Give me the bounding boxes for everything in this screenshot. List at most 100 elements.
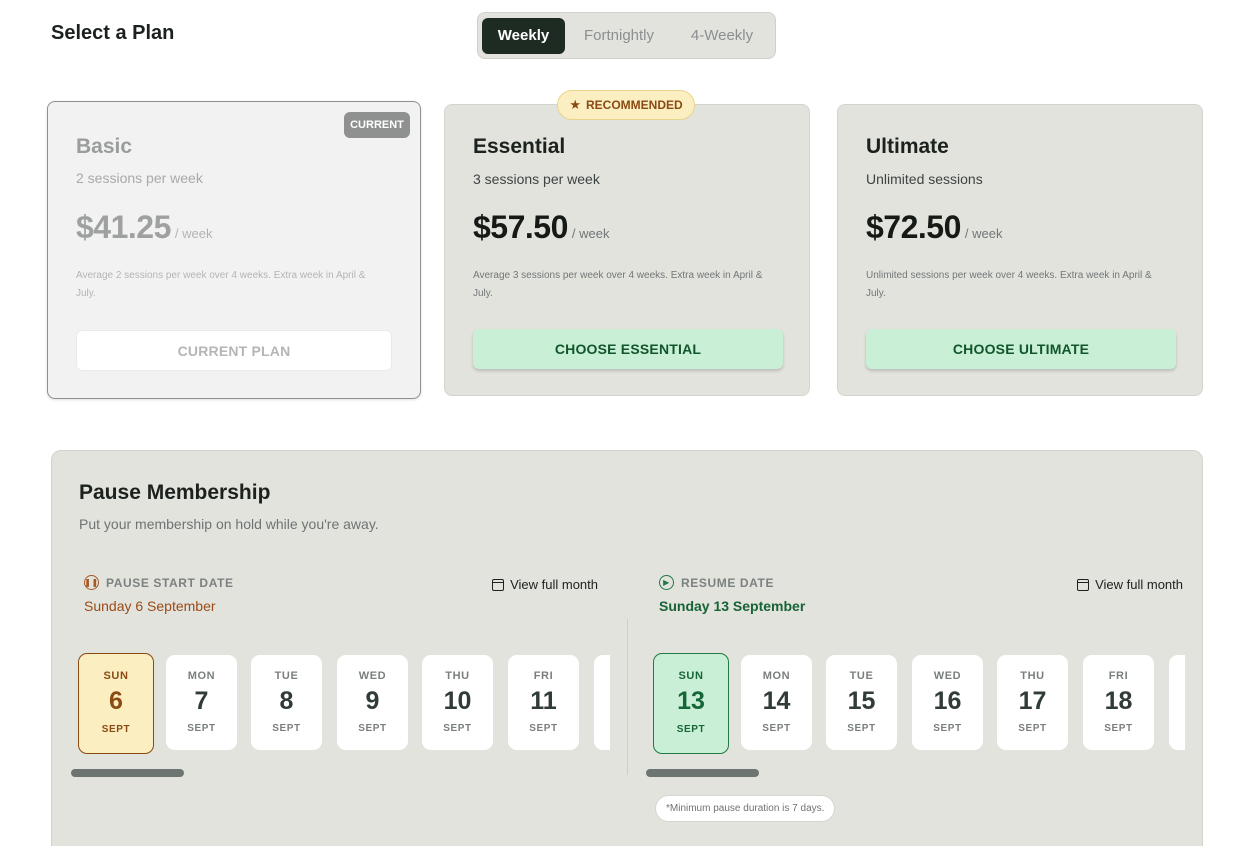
day-month: SEPT — [358, 723, 387, 734]
day-of-week: THU — [1020, 670, 1045, 682]
day-card-partial[interactable] — [594, 655, 610, 750]
tab-fortnightly[interactable]: Fortnightly — [571, 18, 667, 54]
pause-subtitle: Put your membership on hold while you're… — [79, 516, 379, 532]
day-number: 15 — [847, 687, 876, 715]
price-row: $72.50 / week — [866, 209, 1002, 246]
pause-circle-icon: ❚❚ — [84, 575, 99, 590]
current-badge: CURRENT — [344, 112, 410, 138]
view-month-label: View full month — [1095, 577, 1183, 592]
plan-name: Ultimate — [866, 135, 949, 158]
day-number: 17 — [1018, 687, 1047, 715]
day-card[interactable]: WED 9 SEPT — [337, 655, 408, 750]
calendar-icon — [492, 578, 505, 591]
day-month: SEPT — [676, 724, 706, 735]
day-card-partial[interactable] — [1169, 655, 1185, 750]
start-day-strip[interactable]: SUN 6 SEPT MON 7 SEPT TUE 8 SEPT WED 9 S… — [78, 651, 610, 755]
price-unit: / week — [571, 226, 610, 241]
pause-start-selected: Sunday 6 September — [84, 598, 216, 614]
day-number: 7 — [194, 687, 209, 715]
start-strip-scrollbar[interactable] — [71, 769, 184, 777]
day-month: SEPT — [529, 723, 558, 734]
view-month-label: View full month — [510, 577, 598, 592]
day-number: 11 — [530, 687, 557, 715]
resume-label: ▶ RESUME DATE — [659, 575, 774, 590]
tab-weekly[interactable]: Weekly — [482, 18, 565, 54]
plan-name: Basic — [76, 135, 133, 158]
day-of-week: TUE — [849, 670, 874, 682]
day-number: 9 — [365, 687, 380, 715]
resume-day-strip[interactable]: SUN 13 SEPT MON 14 SEPT TUE 15 SEPT WED … — [653, 651, 1185, 755]
day-card[interactable]: MON 7 SEPT — [166, 655, 237, 750]
choose-essential-button[interactable]: CHOOSE ESSENTIAL — [473, 329, 783, 369]
day-month: SEPT — [187, 723, 216, 734]
day-card-selected[interactable]: SUN 6 SEPT — [78, 653, 154, 754]
day-of-week: MON — [187, 670, 216, 682]
day-of-week: TUE — [274, 670, 299, 682]
plan-note: Average 2 sessions per week over 4 weeks… — [76, 270, 366, 299]
tab-4-weekly[interactable]: 4-Weekly — [674, 18, 770, 54]
recommended-label: RECOMMENDED — [585, 98, 683, 112]
resume-strip-scrollbar[interactable] — [646, 769, 759, 777]
pause-start-column: ❚❚ PAUSE START DATE Sunday 6 September V… — [71, 571, 610, 791]
plan-price: $57.50 — [473, 209, 568, 245]
day-card[interactable]: TUE 8 SEPT — [251, 655, 322, 750]
day-card[interactable]: THU 17 SEPT — [997, 655, 1068, 750]
day-card[interactable]: FRI 18 SEPT — [1083, 655, 1154, 750]
plan-note: Average 3 sessions per week over 4 weeks… — [473, 270, 763, 299]
day-month: SEPT — [443, 723, 472, 734]
resume-label-text: RESUME DATE — [681, 575, 775, 590]
day-month: SEPT — [762, 723, 791, 734]
pause-start-label: ❚❚ PAUSE START DATE — [84, 575, 234, 590]
view-full-month-start[interactable]: View full month — [492, 577, 598, 592]
pause-title: Pause Membership — [79, 481, 271, 504]
price-row: $57.50 / week — [473, 209, 609, 246]
day-month: SEPT — [847, 723, 876, 734]
day-number: 6 — [109, 687, 123, 715]
day-card[interactable]: MON 14 SEPT — [741, 655, 812, 750]
price-row: $41.25 / week — [76, 209, 212, 246]
minimum-duration-note: *Minimum pause duration is 7 days. — [655, 795, 836, 822]
day-number: 14 — [762, 687, 791, 715]
day-month: SEPT — [1018, 723, 1047, 734]
plan-price: $72.50 — [866, 209, 961, 245]
day-of-week: WED — [358, 670, 387, 682]
day-number: 10 — [443, 687, 472, 715]
resume-selected: Sunday 13 September — [659, 598, 806, 614]
column-divider — [627, 619, 628, 775]
plan-card-ultimate: Ultimate Unlimited sessions $72.50 / wee… — [837, 104, 1203, 396]
view-full-month-resume[interactable]: View full month — [1077, 577, 1183, 592]
day-of-week: MON — [762, 670, 791, 682]
day-month: SEPT — [101, 724, 131, 735]
price-unit: / week — [964, 226, 1003, 241]
day-of-week: FRI — [533, 670, 554, 682]
plan-subtitle: 2 sessions per week — [76, 170, 203, 186]
plan-name: Essential — [473, 135, 566, 158]
choose-ultimate-button[interactable]: CHOOSE ULTIMATE — [866, 329, 1176, 369]
day-number: 13 — [677, 687, 705, 715]
day-number: 16 — [933, 687, 962, 715]
day-of-week: FRI — [1108, 670, 1129, 682]
plan-price: $41.25 — [76, 209, 171, 245]
plan-subtitle: 3 sessions per week — [473, 171, 600, 187]
day-card[interactable]: WED 16 SEPT — [912, 655, 983, 750]
recommended-badge: ★ RECOMMENDED — [557, 90, 695, 120]
pause-membership-panel: Pause Membership Put your membership on … — [51, 450, 1203, 846]
day-of-week: SUN — [678, 670, 704, 682]
day-card[interactable]: FRI 11 SEPT — [508, 655, 579, 750]
day-card[interactable]: TUE 15 SEPT — [826, 655, 897, 750]
play-circle-icon: ▶ — [659, 575, 674, 590]
day-of-week: WED — [933, 670, 962, 682]
plan-subtitle: Unlimited sessions — [866, 171, 983, 187]
day-month: SEPT — [1104, 723, 1133, 734]
day-of-week: SUN — [103, 670, 129, 682]
current-plan-button: CURRENT PLAN — [76, 330, 392, 371]
plan-note: Unlimited sessions per week over 4 weeks… — [866, 270, 1152, 299]
day-number: 8 — [279, 687, 294, 715]
day-card[interactable]: THU 10 SEPT — [422, 655, 493, 750]
page-title: Select a Plan — [51, 22, 175, 44]
day-number: 18 — [1104, 687, 1133, 715]
price-unit: / week — [174, 226, 213, 241]
plan-card-basic: CURRENT Basic 2 sessions per week $41.25… — [47, 101, 421, 399]
day-card-selected[interactable]: SUN 13 SEPT — [653, 653, 729, 754]
pause-start-label-text: PAUSE START DATE — [106, 575, 234, 590]
